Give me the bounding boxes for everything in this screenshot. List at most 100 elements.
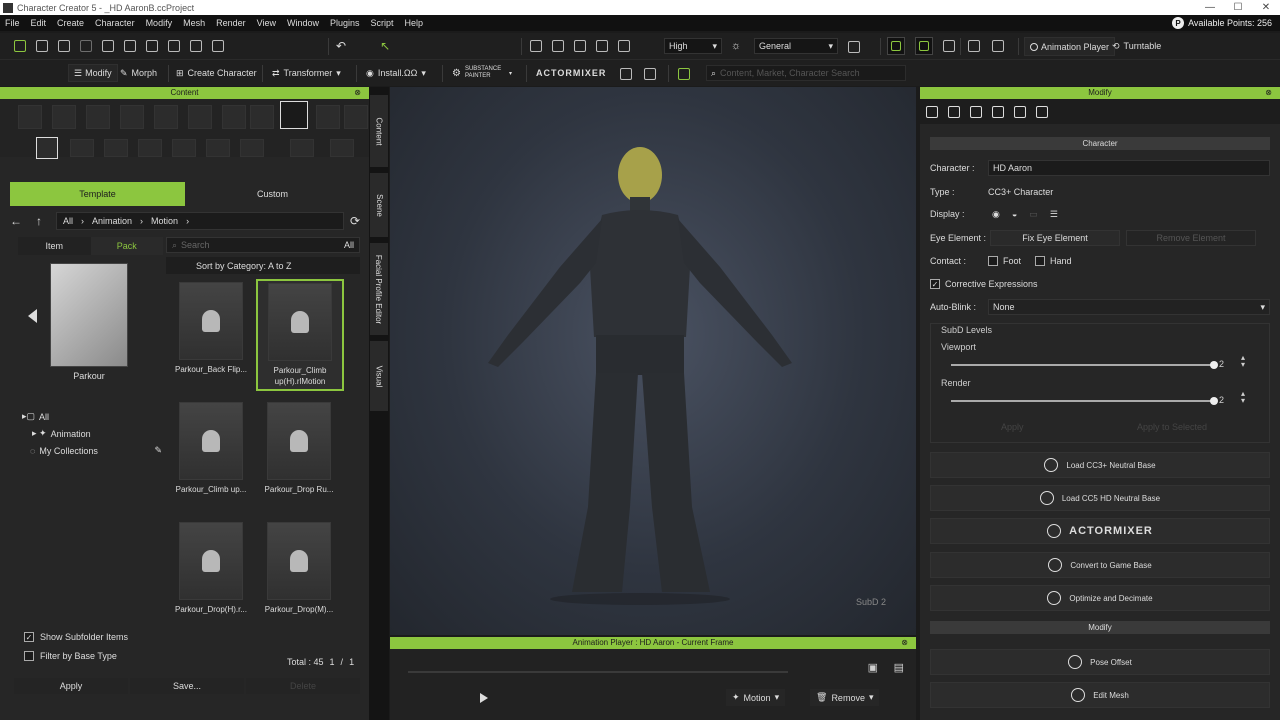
export-fbx-icon[interactable]: [146, 40, 158, 52]
close-icon[interactable]: ⊗: [1265, 87, 1272, 99]
save-as-icon[interactable]: [80, 40, 92, 52]
current-page[interactable]: 1: [330, 657, 335, 667]
transformer-button[interactable]: ⇄ Transformer ▾: [272, 65, 341, 81]
create-character-button[interactable]: ⊞ Create Character: [176, 65, 257, 81]
list-item[interactable]: Parkour_Drop(M)...: [256, 522, 342, 615]
delete-button[interactable]: Delete: [246, 678, 360, 694]
open-icon[interactable]: [36, 40, 48, 52]
category-icon[interactable]: [222, 105, 246, 129]
subcategory-icon[interactable]: [290, 139, 314, 157]
substance-button[interactable]: ⚙ SUBSTANCE PAINTER ▾: [452, 65, 512, 81]
section-character[interactable]: Character: [930, 137, 1270, 150]
list-item-selected[interactable]: Parkour_Climb up(H).rlMotion: [256, 279, 344, 391]
apply-button[interactable]: Apply: [14, 678, 128, 694]
window-icon[interactable]: ▤: [894, 661, 904, 674]
motion-subcategory-icon[interactable]: [36, 137, 58, 159]
motion-icon[interactable]: [948, 105, 960, 118]
menu-mesh[interactable]: Mesh: [178, 18, 211, 28]
category-icon[interactable]: [188, 105, 212, 129]
zoom-icon[interactable]: [212, 40, 224, 52]
head-icon[interactable]: [1036, 105, 1048, 118]
export-icon[interactable]: [124, 40, 136, 52]
up-arrow-icon[interactable]: ↑: [36, 214, 42, 228]
subcategory-icon[interactable]: [104, 139, 128, 157]
morph-mode-icon[interactable]: [943, 40, 955, 52]
display-wire-icon[interactable]: ▭: [1029, 209, 1038, 220]
tab-scene[interactable]: Scene: [370, 173, 388, 237]
filter-base-checkbox[interactable]: Filter by Base Type: [24, 651, 154, 661]
tab-facial-profile[interactable]: Facial Profile Editor: [370, 243, 388, 335]
subcategory-icon[interactable]: [330, 139, 354, 157]
load-cc3-button[interactable]: Load CC3+ Neutral Base: [930, 452, 1270, 478]
stepper-icon[interactable]: ▴ ▾: [1241, 354, 1245, 369]
breadcrumb-motion[interactable]: Motion: [151, 216, 178, 226]
undo-icon[interactable]: ↶: [336, 39, 346, 53]
subcategory-icon[interactable]: [206, 139, 230, 157]
refresh-icon[interactable]: [620, 68, 632, 80]
menu-modify[interactable]: Modify: [141, 18, 179, 28]
menu-script[interactable]: Script: [366, 18, 400, 28]
subcategory-icon[interactable]: [240, 139, 264, 157]
breadcrumb-animation[interactable]: Animation: [92, 216, 132, 226]
actormixer-button[interactable]: ACTORMIXER: [536, 65, 606, 81]
material-icon[interactable]: [992, 105, 1004, 118]
select-icon[interactable]: ↖: [380, 39, 390, 53]
category-icon[interactable]: [52, 105, 76, 129]
breadcrumb-all[interactable]: All: [63, 216, 73, 226]
tree-item-collections[interactable]: ◌ My Collections ✎: [22, 442, 162, 459]
edit-mesh-button[interactable]: Edit Mesh: [930, 682, 1270, 708]
sync-icon[interactable]: [644, 68, 656, 80]
category-icon[interactable]: [316, 105, 340, 129]
close-icon[interactable]: ⊗: [354, 87, 361, 99]
autoblink-dropdown[interactable]: None ▾: [988, 299, 1270, 315]
display-xray-icon[interactable]: ☰: [1050, 209, 1058, 220]
camera-icon[interactable]: ▣: [868, 661, 878, 674]
display-shaded-icon[interactable]: ◒: [1012, 209, 1017, 219]
camera-icon[interactable]: [618, 40, 630, 52]
tree-item-animation[interactable]: ▸ ✦ Animation: [22, 425, 162, 442]
category-icon[interactable]: [154, 105, 178, 129]
pose-offset-button[interactable]: Pose Offset: [930, 649, 1270, 675]
fix-eye-button[interactable]: Fix Eye Element: [990, 230, 1120, 246]
available-points[interactable]: P Available Points: 256: [1172, 17, 1280, 29]
modify-button[interactable]: ☰ Modify: [68, 64, 118, 82]
category-icon[interactable]: [120, 105, 144, 129]
save-icon[interactable]: [58, 40, 70, 52]
content-search[interactable]: ⌕ Search All: [166, 237, 360, 253]
plugin-icon[interactable]: [678, 68, 690, 80]
subcategory-icon[interactable]: [70, 139, 94, 157]
motion-mode-icon[interactable]: [915, 37, 933, 55]
import-icon[interactable]: [102, 40, 114, 52]
corrective-checkbox[interactable]: ✓: [930, 279, 940, 289]
filter-all[interactable]: All: [344, 240, 354, 250]
section-modify[interactable]: Modify: [930, 621, 1270, 634]
viewport-slider[interactable]: [951, 361, 1218, 369]
menu-character[interactable]: Character: [90, 18, 141, 28]
tab-pack[interactable]: Pack: [90, 237, 163, 255]
tab-custom[interactable]: Custom: [185, 182, 360, 206]
menu-create[interactable]: Create: [52, 18, 90, 28]
menu-window[interactable]: Window: [282, 18, 325, 28]
edit-icon[interactable]: ✎: [154, 445, 162, 456]
previous-pack-icon[interactable]: [28, 309, 37, 323]
list-item[interactable]: Parkour_Climb up...: [168, 402, 254, 495]
flag-icon[interactable]: [992, 40, 1004, 52]
install-button[interactable]: ◉ Install.ΩΩ ▾: [366, 65, 426, 81]
motion-button[interactable]: ✦ Motion ▾: [726, 689, 786, 706]
global-search[interactable]: ⌕ Content, Market, Character Search: [706, 65, 906, 81]
list-item[interactable]: Parkour_Back Flip...: [168, 282, 254, 375]
category-icon[interactable]: [250, 105, 274, 129]
tree-item-all[interactable]: ▸▢ All: [22, 408, 162, 425]
settings-icon[interactable]: [848, 41, 860, 53]
tab-template[interactable]: Template: [10, 182, 185, 206]
motion-category-icon[interactable]: [280, 101, 308, 129]
timeline-slider[interactable]: [408, 671, 788, 673]
fit-icon[interactable]: [552, 40, 564, 52]
convert-game-base-button[interactable]: Convert to Game Base: [930, 552, 1270, 578]
render-icon[interactable]: [190, 40, 202, 52]
frame-icon[interactable]: [574, 40, 586, 52]
new-project-icon[interactable]: [14, 40, 26, 52]
menu-help[interactable]: Help: [400, 18, 430, 28]
category-icon[interactable]: [86, 105, 110, 129]
tab-visual[interactable]: Visual: [370, 341, 388, 411]
